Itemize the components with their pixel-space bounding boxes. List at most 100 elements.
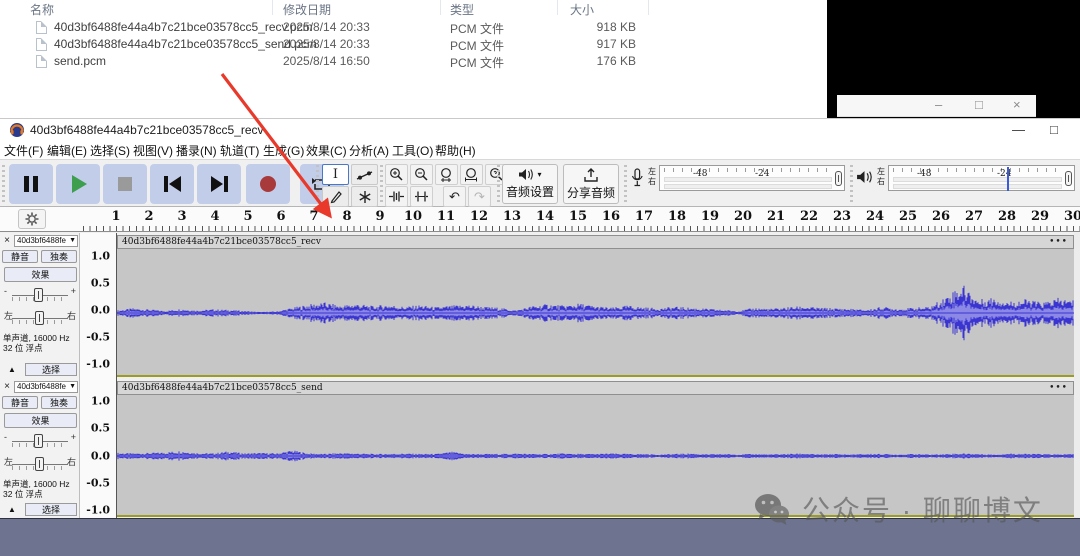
toolbar-grip[interactable]	[380, 165, 383, 203]
zoom-selection-button[interactable]	[435, 164, 458, 185]
solo-button[interactable]: 独奏	[41, 396, 77, 409]
timeline-number: 6	[276, 209, 285, 224]
timeline-number: 29	[1031, 209, 1049, 224]
pan-slider-thumb[interactable]	[35, 311, 44, 325]
pan-slider[interactable]: 左 右	[4, 456, 76, 473]
waveform-area[interactable]	[117, 249, 1074, 377]
gain-slider-thumb[interactable]	[34, 288, 43, 302]
trim-audio-button[interactable]	[385, 186, 408, 207]
timeline-number: 7	[309, 209, 318, 224]
stop-button[interactable]	[103, 164, 147, 204]
track-short-name: 40d3bf6488fe	[17, 236, 66, 245]
collapse-track-button[interactable]: ▲	[1, 363, 23, 376]
redo-button[interactable]: ↷	[468, 186, 491, 207]
maximize-button[interactable]: □	[975, 97, 983, 112]
menu-effect[interactable]: 效果(C)	[306, 142, 347, 159]
menu-file[interactable]: 文件(F)	[4, 142, 43, 159]
track-name-dropdown[interactable]: 40d3bf6488fe▼	[14, 235, 78, 247]
track-menu-button[interactable]: •••	[1049, 236, 1068, 248]
timeline-number: 3	[177, 209, 186, 224]
minimize-button[interactable]: –	[935, 97, 942, 112]
menu-transport[interactable]: 播录(N)	[176, 142, 217, 159]
pan-slider-thumb[interactable]	[35, 457, 44, 471]
toolbar-grip[interactable]	[316, 165, 319, 203]
column-header-name[interactable]: 名称	[30, 1, 54, 18]
meter-end-knob[interactable]	[835, 171, 842, 186]
toolbar-grip[interactable]	[624, 165, 627, 203]
effects-button[interactable]: 效果	[4, 267, 77, 282]
audio-track-recv: × 40d3bf6488fe▼ 静音 独奏 效果 - + 左 右 单声道, 16…	[0, 233, 1080, 379]
menu-tools[interactable]: 工具(O)	[392, 142, 433, 159]
menu-help[interactable]: 帮助(H)	[435, 142, 476, 159]
record-button[interactable]	[246, 164, 290, 204]
track-name-dropdown[interactable]: 40d3bf6488fe▼	[14, 381, 78, 393]
column-divider	[648, 0, 649, 15]
pan-slider[interactable]: 左 右	[4, 310, 76, 327]
timeline-options-button[interactable]	[18, 209, 46, 229]
pause-button[interactable]	[9, 164, 53, 204]
close-button[interactable]: ×	[1013, 97, 1021, 112]
scale-label: 0.5	[91, 277, 110, 290]
pencil-icon	[329, 190, 343, 204]
solo-button[interactable]: 独奏	[41, 250, 77, 263]
multi-tool-button[interactable]	[351, 186, 378, 207]
column-header-date[interactable]: 修改日期	[283, 1, 331, 18]
selection-tool-button[interactable]: I	[322, 164, 349, 185]
menu-analyze[interactable]: 分析(A)	[349, 142, 389, 159]
silence-audio-button[interactable]	[410, 186, 433, 207]
recording-meter[interactable]: -48 -24	[659, 165, 845, 191]
meter-end-knob[interactable]	[1065, 171, 1072, 186]
timeline-ruler[interactable]: 1234567891011121314151617181920212223242…	[0, 207, 1080, 232]
rec-meter-bar-left	[664, 177, 832, 182]
toolbar-grip[interactable]	[497, 165, 500, 203]
collapse-track-button[interactable]: ▲	[1, 503, 23, 516]
track-close-button[interactable]: ×	[1, 381, 13, 393]
gear-icon	[25, 212, 39, 226]
playback-meter[interactable]: -48 -24	[888, 165, 1075, 191]
zoom-in-button[interactable]	[385, 164, 408, 185]
play-button[interactable]	[56, 164, 100, 204]
toolbar-grip[interactable]	[2, 165, 5, 203]
track-menu-button[interactable]: •••	[1049, 382, 1068, 394]
menu-view[interactable]: 视图(V)	[133, 142, 173, 159]
menu-generate[interactable]: 生成(G)	[263, 142, 304, 159]
column-header-size[interactable]: 大小	[570, 1, 594, 18]
undo-button[interactable]: ↶	[443, 186, 466, 207]
audio-setup-button[interactable]: ▾ 音频设置	[502, 164, 558, 204]
maximize-button[interactable]: □	[1050, 122, 1058, 137]
envelope-tool-button[interactable]	[351, 164, 378, 185]
play-meter-right-label: 右	[877, 177, 885, 186]
menu-edit[interactable]: 编辑(E)	[47, 142, 87, 159]
select-track-button[interactable]: 选择	[25, 503, 77, 516]
draw-tool-button[interactable]	[322, 186, 349, 207]
mute-button[interactable]: 静音	[2, 396, 38, 409]
column-header-type[interactable]: 类型	[450, 1, 474, 18]
stop-icon	[103, 164, 147, 204]
track-title-bar[interactable]: 40d3bf6488fe44a4b7c21bce03578cc5_recv ••…	[117, 235, 1074, 249]
gain-plus-label: +	[71, 286, 76, 296]
timeline-number: 9	[375, 209, 384, 224]
zoom-fit-button[interactable]	[460, 164, 483, 185]
zoom-out-button[interactable]	[410, 164, 433, 185]
effects-button[interactable]: 效果	[4, 413, 77, 428]
gain-slider[interactable]: - +	[4, 287, 76, 304]
mute-button[interactable]: 静音	[2, 250, 38, 263]
share-audio-button[interactable]: 分享音频	[563, 164, 619, 204]
menu-tracks[interactable]: 轨道(T)	[220, 142, 259, 159]
skip-to-end-button[interactable]	[197, 164, 241, 204]
file-date: 2025/8/14 16:50	[283, 54, 370, 68]
audacity-titlebar[interactable]: 40d3bf6488fe44a4b7c21bce03578cc5_recv — …	[0, 119, 1080, 141]
scale-label: 0.5	[91, 422, 110, 435]
track-title-bar[interactable]: 40d3bf6488fe44a4b7c21bce03578cc5_send ••…	[117, 381, 1074, 395]
overlay-window-titlebar: – □ ×	[837, 95, 1036, 117]
toolbar-grip[interactable]	[850, 165, 853, 203]
track-depth-info: 32 位 浮点	[3, 343, 70, 353]
gain-slider[interactable]: - +	[4, 433, 76, 450]
minimize-button[interactable]: —	[1012, 122, 1025, 137]
select-track-button[interactable]: 选择	[25, 363, 77, 376]
gain-slider-thumb[interactable]	[34, 434, 43, 448]
silence-icon	[413, 190, 430, 203]
skip-to-start-button[interactable]	[150, 164, 194, 204]
menu-select[interactable]: 选择(S)	[90, 142, 130, 159]
track-close-button[interactable]: ×	[1, 235, 13, 247]
